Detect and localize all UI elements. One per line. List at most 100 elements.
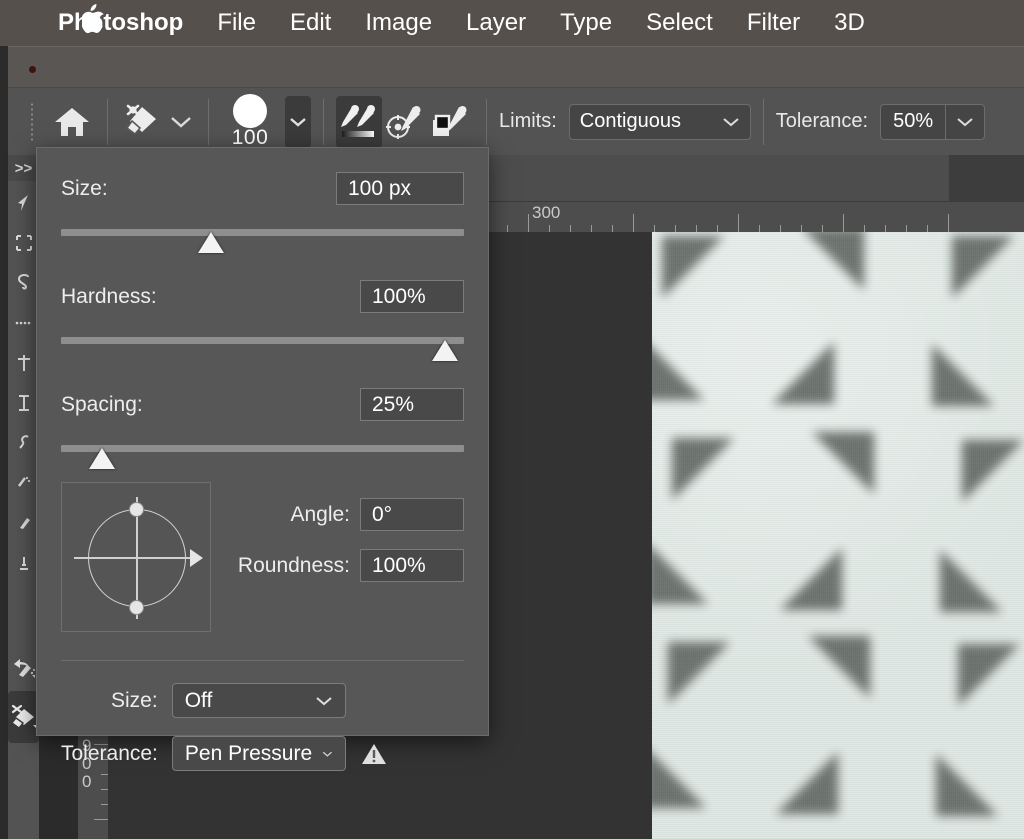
menu-item-3d[interactable]: 3D: [834, 9, 865, 37]
menu-item-edit[interactable]: Edit: [290, 9, 331, 37]
hardness-value: 100%: [372, 285, 426, 309]
spacing-slider-track[interactable]: [61, 445, 464, 452]
spacing-input[interactable]: 25%: [360, 388, 464, 421]
sampling-all-button[interactable]: [336, 96, 382, 148]
frame-icon: [16, 393, 32, 413]
hardness-input[interactable]: 100%: [360, 280, 464, 313]
angle-fields: Angle: 0° Roundness: 100%: [211, 482, 464, 582]
brush-size-label: 100: [232, 126, 269, 150]
hardness-slider-thumb[interactable]: [432, 340, 458, 361]
limits-select[interactable]: Contiguous: [569, 104, 751, 140]
roundness-label: Roundness:: [238, 554, 350, 578]
dotted-selection-icon: [15, 316, 33, 330]
brush-size-preview[interactable]: 100: [221, 94, 279, 150]
expand-tools-label: >>: [15, 160, 33, 177]
close-button[interactable]: [22, 59, 43, 80]
options-bar-grip[interactable]: [30, 102, 35, 142]
brush-picker-caret[interactable]: [285, 96, 311, 148]
lasso-icon: [15, 273, 33, 293]
chevron-down-icon: [170, 115, 192, 129]
options-divider-2: [208, 99, 209, 145]
pressure-tolerance-label: Tolerance:: [61, 742, 158, 766]
sidebar-item-frame-tool[interactable]: [8, 383, 39, 423]
tool-options-bar: 100: [8, 87, 1024, 155]
sidebar-item-crop-tool[interactable]: [8, 343, 39, 383]
hardness-slider-track[interactable]: [61, 337, 464, 344]
history-brush-icon: [11, 655, 37, 679]
roundness-handle-top[interactable]: [129, 502, 144, 517]
menu-item-photoshop[interactable]: Photoshop: [58, 9, 183, 37]
apple-logo-icon[interactable]: [82, 4, 104, 34]
sidebar-item-move-tool[interactable]: [8, 183, 39, 223]
sidebar-item-healing-brush-tool[interactable]: [8, 463, 39, 503]
chevron-down-icon: [956, 116, 974, 128]
spacing-slider[interactable]: [61, 445, 464, 452]
crop-icon: [15, 353, 33, 373]
size-row: Size: 100 px: [61, 148, 464, 205]
sidebar-item-eraser-tool[interactable]: [8, 691, 39, 743]
ruler-label-5: 300: [532, 203, 560, 223]
menu-item-filter[interactable]: Filter: [747, 9, 800, 37]
pressure-size-label: Size:: [111, 689, 158, 713]
window-controls: [22, 59, 125, 80]
sidebar-item-marquee-tool[interactable]: [8, 223, 39, 263]
expand-tools-button[interactable]: >>: [8, 155, 39, 181]
magic-eraser-icon: [122, 103, 164, 141]
macos-menu-bar: Photoshop File Edit Image Layer Type Sel…: [0, 0, 1024, 46]
brush-icon: [16, 514, 32, 532]
minimize-button[interactable]: [63, 59, 84, 80]
pressure-size-row: Size: Off: [61, 683, 464, 718]
chevron-down-icon: [722, 116, 740, 128]
cursor-arrow-icon: [16, 193, 32, 213]
image-artboard[interactable]: [652, 232, 1024, 839]
pressure-tolerance-select[interactable]: Pen Pressure: [172, 736, 346, 771]
menu-item-layer[interactable]: Layer: [466, 9, 526, 37]
home-icon: [52, 105, 92, 139]
eyedropper-icon: [16, 434, 32, 452]
angle-roundness-section: Angle: 0° Roundness: 100%: [61, 482, 464, 632]
angle-arrow-icon[interactable]: [190, 549, 203, 567]
clone-stamp-icon: [16, 554, 32, 572]
spacing-slider-thumb[interactable]: [89, 448, 115, 469]
sidebar-item-history-brush-tool[interactable]: [8, 643, 39, 691]
angle-input[interactable]: 0°: [360, 498, 464, 531]
pressure-size-select[interactable]: Off: [172, 683, 346, 718]
home-button[interactable]: [49, 96, 95, 148]
size-slider-track[interactable]: [61, 229, 464, 236]
eyedropper-sampling-icon: [336, 101, 382, 143]
document-tab-filler: [949, 155, 1024, 202]
roundness-handle-bottom[interactable]: [129, 600, 144, 615]
sampling-background-button[interactable]: [428, 96, 474, 148]
warning-triangle-icon[interactable]: [360, 741, 388, 767]
rectangular-marquee-icon: [15, 234, 33, 252]
sidebar-item-brush-tool[interactable]: [8, 503, 39, 543]
spacing-label: Spacing:: [61, 393, 143, 417]
photoshop-window: Photoshop File Edit Image Layer Type Sel…: [0, 0, 1024, 839]
hardness-slider[interactable]: [61, 337, 464, 344]
window-title-bar: [8, 46, 1024, 87]
roundness-input[interactable]: 100%: [360, 549, 464, 582]
menu-item-select[interactable]: Select: [646, 9, 713, 37]
tool-preset-caret[interactable]: [166, 96, 196, 148]
eyedropper-target-icon: [383, 102, 427, 142]
sidebar-item-eyedropper-tool[interactable]: [8, 423, 39, 463]
menu-item-type[interactable]: Type: [560, 9, 612, 37]
menu-item-image[interactable]: Image: [365, 9, 432, 37]
pressure-tolerance-row: Tolerance: Pen Pressure: [61, 736, 464, 771]
menu-item-file[interactable]: File: [217, 9, 256, 37]
chevron-down-icon: [289, 116, 307, 128]
tolerance-input[interactable]: 50%: [880, 104, 945, 140]
sidebar-item-clone-stamp-tool[interactable]: [8, 543, 39, 583]
tolerance-caret[interactable]: [945, 104, 985, 140]
angle-roundness-control[interactable]: [61, 482, 211, 632]
maximize-button[interactable]: [104, 59, 125, 80]
size-slider-thumb[interactable]: [198, 232, 224, 253]
size-slider[interactable]: [61, 229, 464, 236]
size-input[interactable]: 100 px: [336, 172, 464, 205]
current-tool-button[interactable]: [120, 96, 166, 148]
sidebar-item-lasso-tool[interactable]: [8, 263, 39, 303]
sampling-once-button[interactable]: [382, 96, 428, 148]
sidebar-item-object-selection-tool[interactable]: [8, 303, 39, 343]
chevron-down-icon: [315, 695, 333, 707]
options-divider-4: [486, 99, 487, 145]
